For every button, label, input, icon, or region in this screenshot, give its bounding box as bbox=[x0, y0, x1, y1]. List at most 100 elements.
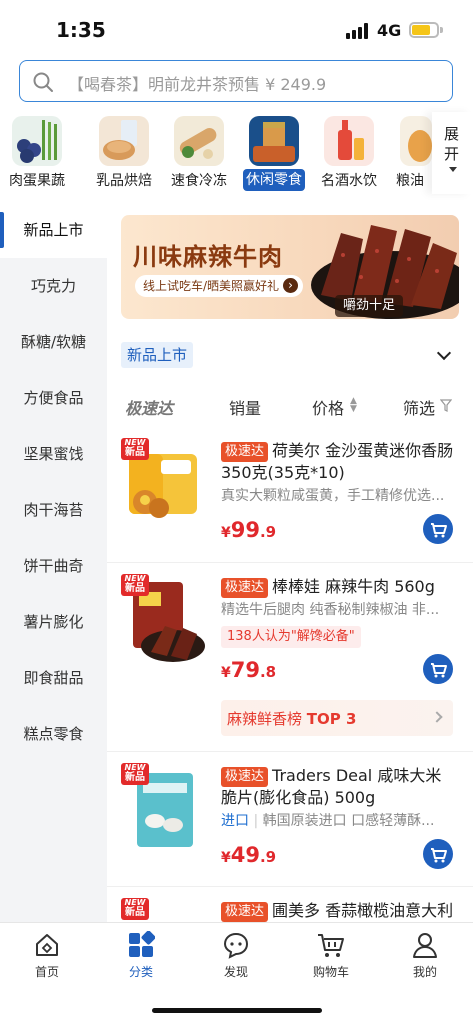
nav-label: 分类 bbox=[128, 965, 153, 979]
new-badge: NEW 新品 bbox=[121, 574, 149, 596]
sidebar-item-pastry[interactable]: 糕点零食 bbox=[0, 706, 107, 762]
product-price: ¥99.9 bbox=[221, 518, 277, 542]
category-snacks[interactable]: 休闲零食 bbox=[237, 112, 311, 194]
sidebar-item-biscuits[interactable]: 饼干曲奇 bbox=[0, 538, 107, 594]
status-time: 1:35 bbox=[56, 18, 106, 42]
sidebar-item-instant-food[interactable]: 方便食品 bbox=[0, 370, 107, 426]
signal-icon bbox=[346, 23, 370, 39]
chevron-down-icon[interactable] bbox=[436, 345, 452, 361]
nav-label: 购物车 bbox=[312, 965, 349, 979]
nav-discover[interactable]: 发现 bbox=[196, 931, 276, 991]
category-label: 速食冷冻 bbox=[171, 173, 227, 189]
search-placeholder: 【喝春茶】明前龙井茶预售 ¥ 249.9 bbox=[68, 75, 327, 94]
category-strip: 肉蛋果蔬 乳品烘焙 速食冷冻 休闲零食 名酒水饮 粮油 bbox=[0, 112, 473, 194]
battery-icon bbox=[409, 22, 443, 38]
sidebar-item-chips[interactable]: 薯片膨化 bbox=[0, 594, 107, 650]
nav-home[interactable]: 首页 bbox=[7, 931, 87, 991]
category-drinks[interactable]: 名酒水饮 bbox=[312, 112, 386, 194]
product-desc: 精选牛后腿肉 纯香秘制辣椒油 非... bbox=[221, 602, 440, 618]
nav-label: 首页 bbox=[34, 965, 59, 979]
product-price: ¥49.9 bbox=[221, 843, 277, 867]
sort-arrows-icon: ▲ ▼ bbox=[350, 396, 357, 414]
new-badge: NEW 新品 bbox=[121, 898, 149, 920]
fast-delivery-tag: 极速达 bbox=[221, 767, 269, 787]
new-badge: NEW 新品 bbox=[121, 438, 149, 460]
add-to-cart-button[interactable] bbox=[423, 839, 453, 869]
nav-label: 发现 bbox=[223, 965, 248, 979]
banner-subtitle: 线上试吃车/晒美照赢好礼 bbox=[135, 275, 304, 297]
product-info: 极速达 Traders Deal 咸味大米脆片(膨化食品) 500g 进口 | 韩… bbox=[221, 765, 457, 831]
add-to-cart-button[interactable] bbox=[423, 514, 453, 544]
ranking-link[interactable]: 麻辣鲜香榜 TOP 3 bbox=[221, 700, 453, 736]
network-label: 4G bbox=[377, 21, 402, 40]
category-label: 乳品烘焙 bbox=[96, 173, 152, 189]
sidebar-item-nuts[interactable]: 坚果蜜饯 bbox=[0, 426, 107, 482]
sidebar-item-desserts[interactable]: 即食甜品 bbox=[0, 650, 107, 706]
nav-label: 我的 bbox=[412, 965, 437, 979]
banner-badge: 嚼劲十足 bbox=[335, 295, 404, 317]
sidebar-item-chocolate[interactable]: 巧克力 bbox=[0, 258, 107, 314]
filter-icon bbox=[440, 399, 452, 412]
fast-delivery-tag: 极速达 bbox=[221, 578, 269, 598]
expand-label: 展开 bbox=[444, 125, 460, 163]
bakery-icon bbox=[99, 116, 149, 166]
grain-oil-icon bbox=[400, 116, 432, 166]
new-badge: NEW 新品 bbox=[121, 763, 149, 785]
product-desc: 进口 | 韩国原装进口 口感轻薄酥... bbox=[221, 813, 435, 829]
category-label: 肉蛋果蔬 bbox=[9, 173, 65, 189]
product-title: 极速达 荷美尔 金沙蛋黄迷你香肠350克(35克*10) bbox=[221, 441, 454, 482]
product-title: 极速达 Traders Deal 咸味大米脆片(膨化食品) 500g bbox=[221, 766, 442, 807]
caret-down-icon bbox=[449, 167, 457, 172]
category-grain-oil[interactable]: 粮油 bbox=[384, 112, 432, 194]
category-frozen[interactable]: 速食冷冻 bbox=[162, 112, 236, 194]
cart-icon bbox=[318, 934, 344, 957]
product-info: 极速达 棒棒娃 麻辣牛肉 560g 精选牛后腿肉 纯香秘制辣椒油 非... 138… bbox=[221, 576, 457, 648]
produce-icon bbox=[12, 116, 62, 166]
sort-bar: 极速达 销量 价格 ▲ ▼ 筛选 bbox=[107, 385, 473, 425]
category-bakery[interactable]: 乳品烘焙 bbox=[87, 112, 161, 194]
product-title: 极速达 圃美多 香蒜橄榄油意大利 bbox=[221, 900, 457, 922]
discover-icon bbox=[223, 932, 249, 959]
search-icon bbox=[33, 72, 53, 92]
sidebar-item-candy[interactable]: 酥糖/软糖 bbox=[0, 314, 107, 370]
home-icon bbox=[36, 934, 58, 956]
nav-profile[interactable]: 我的 bbox=[385, 931, 465, 991]
cart-icon bbox=[431, 848, 447, 863]
category-label: 休闲零食 bbox=[243, 169, 305, 191]
product-card[interactable]: NEW 新品 极速达 棒棒娃 麻辣牛肉 560g 精选牛后腿肉 纯香秘制辣椒油 非.… bbox=[107, 564, 473, 752]
sort-fast-delivery[interactable]: 极速达 bbox=[125, 395, 173, 419]
product-card[interactable]: NEW 新品 极速达 Traders Deal 咸味大米脆片(膨化食品) 500g … bbox=[107, 753, 473, 887]
product-price: ¥79.8 bbox=[221, 658, 277, 682]
cart-icon bbox=[431, 523, 447, 538]
drinks-icon bbox=[324, 116, 374, 166]
sort-sales[interactable]: 销量 bbox=[229, 395, 261, 419]
sort-price[interactable]: 价格 bbox=[312, 395, 344, 419]
category-produce[interactable]: 肉蛋果蔬 bbox=[0, 112, 74, 194]
product-title: 极速达 棒棒娃 麻辣牛肉 560g bbox=[221, 576, 457, 598]
fast-delivery-tag: 极速达 bbox=[221, 442, 269, 462]
ranking-text: 麻辣鲜香榜 TOP 3 bbox=[227, 710, 357, 728]
category-label: 名酒水饮 bbox=[321, 173, 377, 189]
review-badge: 138人认为"解馋必备" bbox=[221, 626, 361, 648]
section-title: 新品上市 bbox=[121, 342, 194, 368]
filter-button[interactable]: 筛选 bbox=[403, 395, 435, 419]
search-bar[interactable]: 【喝春茶】明前龙井茶预售 ¥ 249.9 bbox=[19, 60, 453, 102]
add-to-cart-button[interactable] bbox=[423, 654, 453, 684]
nav-category[interactable]: 分类 bbox=[101, 931, 181, 991]
category-sidebar: 新品上市 巧克力 酥糖/软糖 方便食品 坚果蜜饯 肉干海苔 饼干曲奇 薯片膨化 … bbox=[0, 202, 107, 922]
product-info: 极速达 圃美多 香蒜橄榄油意大利 bbox=[221, 900, 457, 922]
frozen-food-icon bbox=[174, 116, 224, 166]
status-bar: 1:35 4G bbox=[0, 0, 473, 58]
expand-categories-button[interactable]: 展开 bbox=[432, 112, 472, 194]
nav-cart[interactable]: 购物车 bbox=[291, 931, 371, 991]
product-card[interactable]: NEW 新品 极速达 荷美尔 金沙蛋黄迷你香肠350克(35克*10) 真实大颗粒咸… bbox=[107, 428, 473, 563]
sidebar-item-new[interactable]: 新品上市 bbox=[0, 202, 107, 258]
product-card[interactable]: NEW 新品 极速达 圃美多 香蒜橄榄油意大利 bbox=[107, 888, 473, 922]
snacks-icon bbox=[249, 116, 299, 166]
category-icon bbox=[129, 931, 155, 957]
promo-banner[interactable]: 川味麻辣牛肉 线上试吃车/晒美照赢好礼 嚼劲十足 bbox=[121, 215, 459, 319]
app-page: 1:35 4G 【喝春茶】明前龙井茶预售 ¥ 249.9 肉蛋果蔬 乳品烘焙 速… bbox=[0, 0, 473, 1024]
cart-icon bbox=[431, 663, 447, 678]
chevron-right-icon bbox=[431, 711, 443, 723]
sidebar-item-jerky[interactable]: 肉干海苔 bbox=[0, 482, 107, 538]
